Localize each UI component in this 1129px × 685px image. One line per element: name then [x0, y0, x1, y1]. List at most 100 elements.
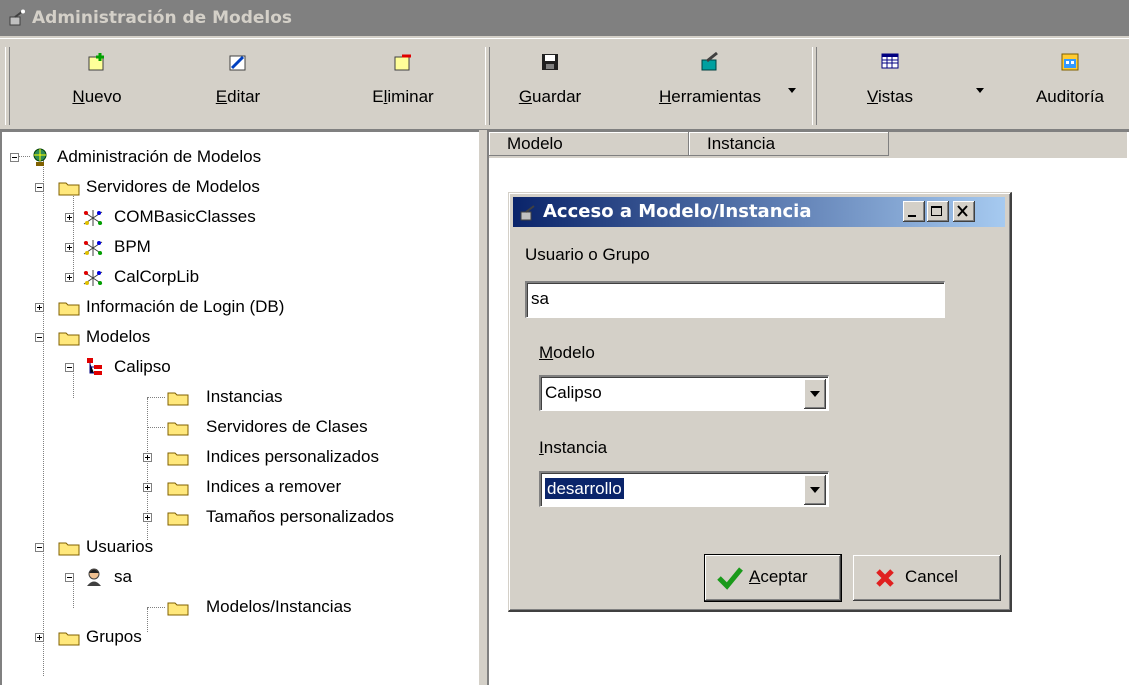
expand-icon[interactable] — [35, 633, 44, 642]
edit-button[interactable]: Editar — [188, 51, 288, 119]
expand-icon[interactable] — [35, 303, 44, 312]
model-dropdown-button[interactable] — [804, 379, 826, 409]
views-dropdown-arrow[interactable] — [976, 88, 984, 93]
tree-item-usuarios[interactable]: Usuarios — [2, 532, 472, 562]
toolbar-separator-2 — [812, 47, 817, 125]
expand-icon[interactable] — [65, 273, 74, 282]
tree-item-calipso[interactable]: Calipso — [2, 352, 472, 382]
expand-icon[interactable] — [143, 453, 152, 462]
new-icon — [88, 53, 104, 71]
collapse-icon[interactable] — [65, 573, 74, 582]
tree-item-servidores-clases[interactable]: Servidores de Clases — [2, 412, 472, 442]
instance-dropdown-button[interactable] — [804, 475, 826, 505]
tree-label: CalCorpLib — [114, 267, 200, 286]
audit-button[interactable]: Auditoría — [1018, 51, 1122, 119]
tree-item-instancias[interactable]: Instancias — [2, 382, 472, 412]
save-button[interactable]: Guardar — [505, 51, 595, 119]
tree-item-calcorplib[interactable]: CalCorpLib — [2, 262, 472, 292]
model-select-value: Calipso — [545, 383, 602, 402]
access-dialog: Acceso a Modelo/Instancia Usuario o Grup… — [508, 192, 1012, 612]
tools-dropdown-arrow[interactable] — [788, 88, 796, 93]
close-button[interactable] — [953, 201, 975, 222]
minimize-button[interactable] — [903, 201, 925, 222]
views-button[interactable]: Vistas — [850, 51, 930, 119]
tree-label: Información de Login (DB) — [86, 297, 285, 316]
close-icon — [957, 205, 968, 217]
folder-icon — [58, 182, 80, 196]
tree-item-modelos[interactable]: Modelos — [2, 322, 472, 352]
tree-label: Modelos/Instancias — [206, 597, 352, 616]
folder-icon — [167, 422, 189, 436]
user-icon — [87, 568, 101, 586]
instance-select-value: desarrollo — [544, 477, 625, 500]
tree-item-modelos-instancias[interactable]: Modelos/Instancias — [2, 592, 472, 622]
tree-view[interactable]: Administración de Modelos Servidores de … — [0, 130, 479, 685]
tree-item-root[interactable]: Administración de Modelos — [2, 142, 472, 172]
model-select[interactable]: Calipso — [539, 375, 829, 411]
user-group-input[interactable]: sa — [525, 281, 945, 318]
tree-item-indices-personalizados[interactable]: Indices personalizados — [2, 442, 472, 472]
folder-icon — [58, 632, 80, 646]
model-hierarchy-icon — [87, 358, 102, 375]
pane-splitter[interactable] — [479, 130, 487, 685]
column-header-modelo[interactable]: Modelo — [489, 132, 689, 156]
toolbar: Nuevo Editar Eliminar Guardar Herramient… — [0, 38, 1129, 130]
app-icon — [9, 9, 25, 26]
expand-icon[interactable] — [65, 213, 74, 222]
expand-icon[interactable] — [143, 483, 152, 492]
tree-item-sa[interactable]: sa — [2, 562, 472, 592]
folder-icon — [167, 392, 189, 406]
accept-button[interactable]: Aceptar — [704, 554, 842, 602]
tree-item-combasicclasses[interactable]: COMBasicClasses — [2, 202, 472, 232]
cross-icon — [876, 569, 894, 587]
new-button[interactable]: Nuevo — [42, 51, 152, 119]
minimize-icon — [908, 215, 916, 217]
collapse-icon[interactable] — [35, 333, 44, 342]
server-network-icon — [83, 240, 103, 256]
audit-icon — [1061, 53, 1079, 71]
tree-item-servidores[interactable]: Servidores de Modelos — [2, 172, 472, 202]
dialog-titlebar[interactable]: Acceso a Modelo/Instancia — [513, 197, 1005, 227]
window-titlebar[interactable]: Administración de Modelos — [0, 0, 1129, 36]
checkmark-icon — [717, 567, 743, 590]
tree-item-grupos[interactable]: Grupos — [2, 622, 472, 652]
collapse-icon[interactable] — [10, 153, 19, 162]
delete-button[interactable]: Eliminar — [348, 51, 458, 119]
collapse-icon[interactable] — [35, 543, 44, 552]
tree-label: Servidores de Modelos — [86, 177, 260, 196]
cancel-button[interactable]: Cancel — [853, 555, 1001, 601]
column-header-instancia[interactable]: Instancia — [689, 132, 889, 156]
server-network-icon — [83, 210, 103, 226]
tree-label: Servidores de Clases — [206, 417, 368, 436]
tree-label: Indices a remover — [206, 477, 342, 496]
toolbar-grip[interactable] — [5, 47, 10, 125]
delete-icon — [394, 54, 411, 71]
dialog-title: Acceso a Modelo/Instancia — [543, 201, 812, 222]
collapse-icon[interactable] — [35, 183, 44, 192]
tree-label: Tamaños personalizados — [206, 507, 395, 526]
admin-globe-icon — [33, 148, 47, 166]
tree-label: BPM — [114, 237, 151, 256]
tree-item-tamanos-personalizados[interactable]: Tamaños personalizados — [2, 502, 472, 532]
tree-item-indices-remover[interactable]: Indices a remover — [2, 472, 472, 502]
edit-icon — [229, 55, 246, 71]
toolbar-separator — [485, 47, 490, 125]
expand-icon[interactable] — [65, 243, 74, 252]
maximize-icon — [931, 206, 942, 216]
tree-item-login[interactable]: Información de Login (DB) — [2, 292, 472, 322]
window-title: Administración de Modelos — [32, 8, 293, 28]
dialog-app-icon — [520, 205, 535, 221]
folder-icon — [58, 302, 80, 316]
tree-item-bpm[interactable]: BPM — [2, 232, 472, 262]
views-icon — [881, 53, 899, 69]
maximize-button[interactable] — [927, 201, 949, 222]
grid-header: Modelo Instancia — [489, 132, 1127, 158]
tree-label: Calipso — [114, 357, 171, 376]
expand-icon[interactable] — [143, 513, 152, 522]
tree-label: Instancias — [206, 387, 283, 406]
instance-label: Instancia — [539, 438, 608, 457]
save-icon — [542, 54, 558, 70]
instance-select[interactable]: desarrollo — [539, 471, 829, 507]
collapse-icon[interactable] — [65, 363, 74, 372]
tools-button[interactable]: Herramientas — [640, 51, 780, 119]
